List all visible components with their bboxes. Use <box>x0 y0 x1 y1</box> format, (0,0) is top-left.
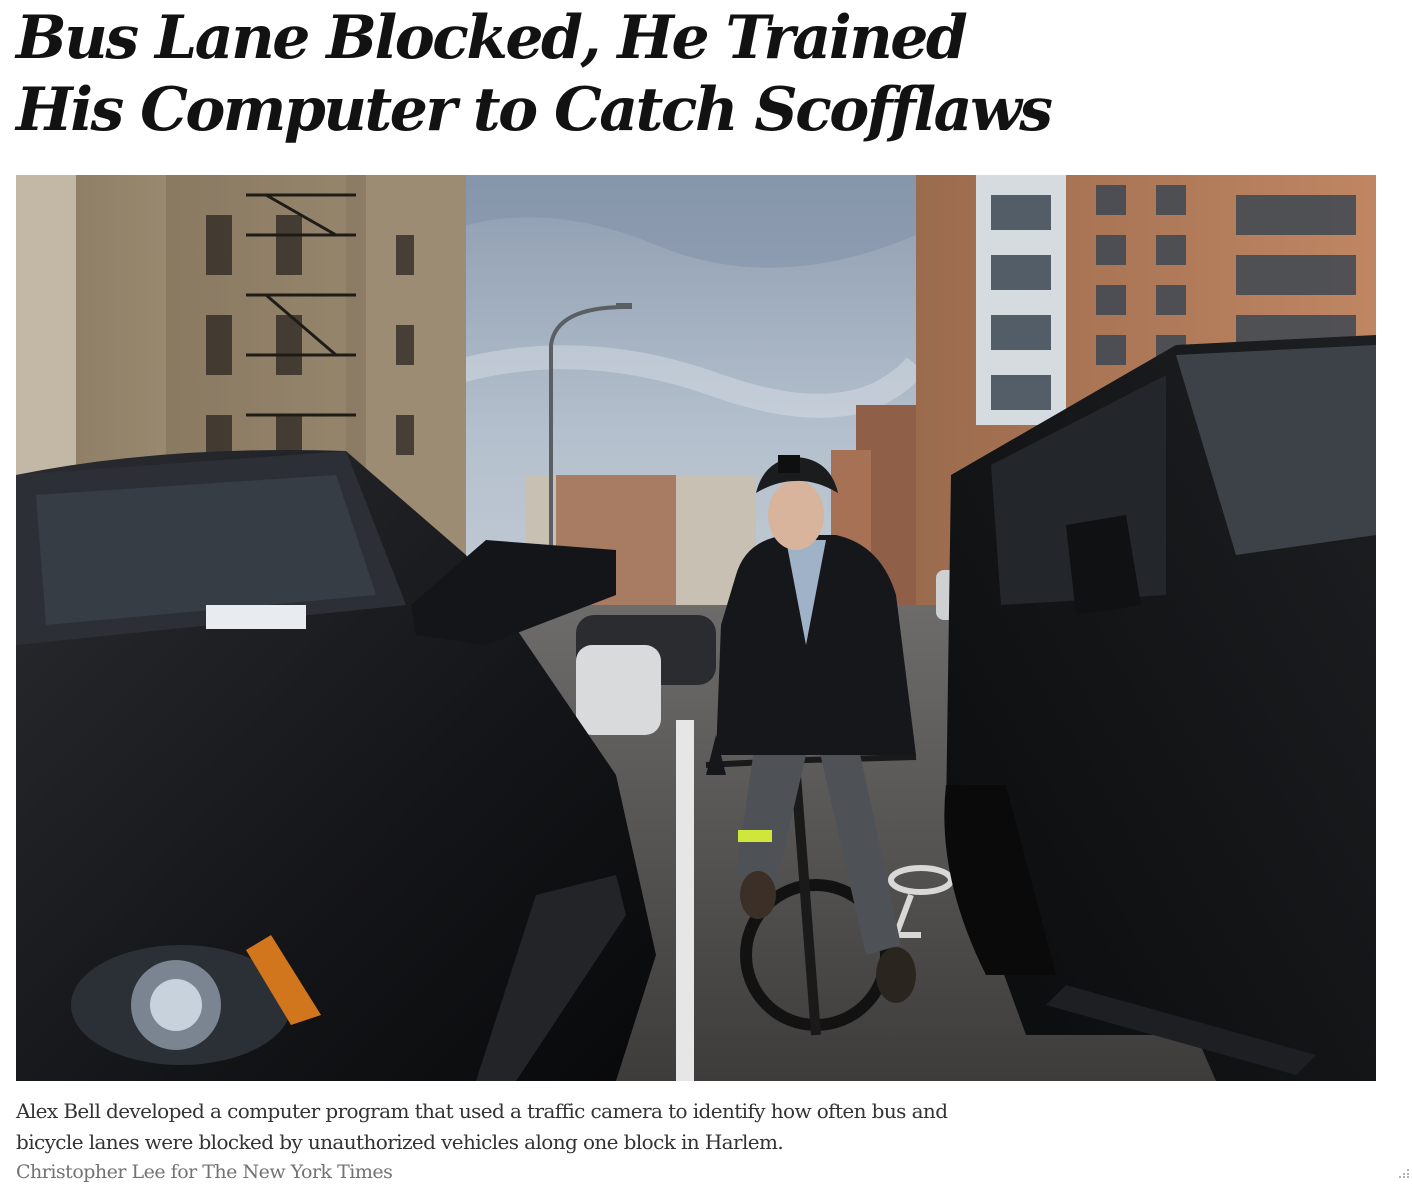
bike-lane-line <box>676 720 694 1081</box>
caption-line-2: bicycle lanes were blocked by unauthoriz… <box>16 1130 784 1154</box>
headline-line-2: His Computer to Catch Scofflaws <box>16 75 1053 145</box>
caption-line-1: Alex Bell developed a computer program t… <box>16 1099 948 1123</box>
resize-grip-icon <box>1399 1169 1409 1178</box>
article-headline: Bus Lane Blocked, He Trained His Compute… <box>16 2 1216 146</box>
article-photo <box>16 175 1376 1081</box>
headline-line-1: Bus Lane Blocked, He Trained <box>16 3 968 73</box>
photo-caption: Alex Bell developed a computer program t… <box>16 1096 1136 1158</box>
black-jeep <box>944 335 1376 1081</box>
